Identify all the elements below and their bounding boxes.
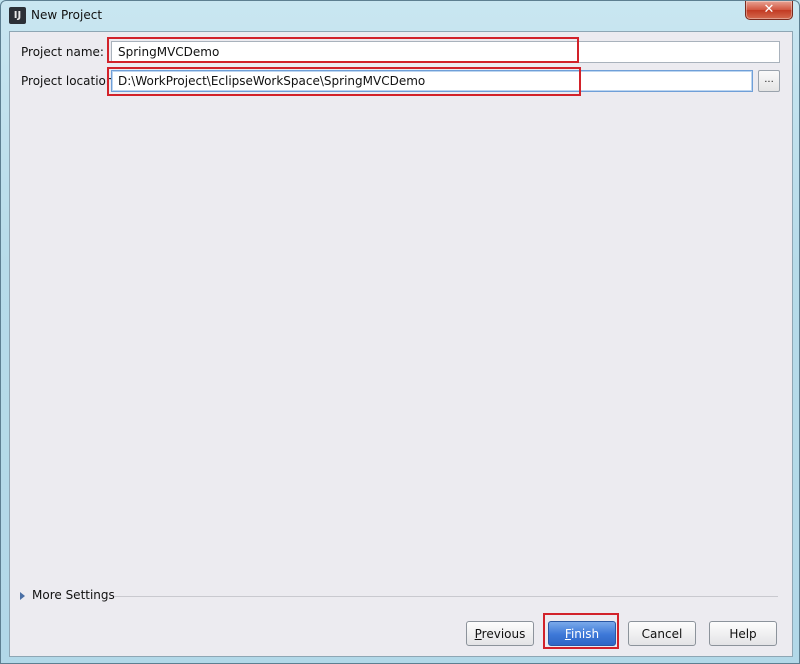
more-settings-toggle[interactable]: More Settings <box>20 588 115 602</box>
new-project-window: IJ New Project ✕ Project name: Project l… <box>0 0 800 664</box>
project-location-input[interactable] <box>111 70 753 92</box>
finish-button[interactable]: Finish <box>548 621 616 646</box>
close-button[interactable]: ✕ <box>745 1 793 20</box>
window-title: New Project <box>31 8 103 22</box>
project-location-label: Project location: <box>21 74 118 88</box>
help-button[interactable]: Help <box>709 621 777 646</box>
previous-button[interactable]: Previous <box>466 621 534 646</box>
intellij-app-icon: IJ <box>9 7 26 24</box>
project-name-label: Project name: <box>21 45 104 59</box>
project-name-input[interactable] <box>111 41 780 63</box>
expand-arrow-icon <box>20 591 25 600</box>
browse-button[interactable]: ... <box>758 70 780 92</box>
cancel-button[interactable]: Cancel <box>628 621 696 646</box>
more-settings-label: More Settings <box>32 588 115 602</box>
title-bar[interactable]: IJ New Project ✕ <box>1 1 799 31</box>
dialog-content: Project name: Project location: ... More… <box>9 31 793 657</box>
more-settings-divider <box>114 596 778 597</box>
